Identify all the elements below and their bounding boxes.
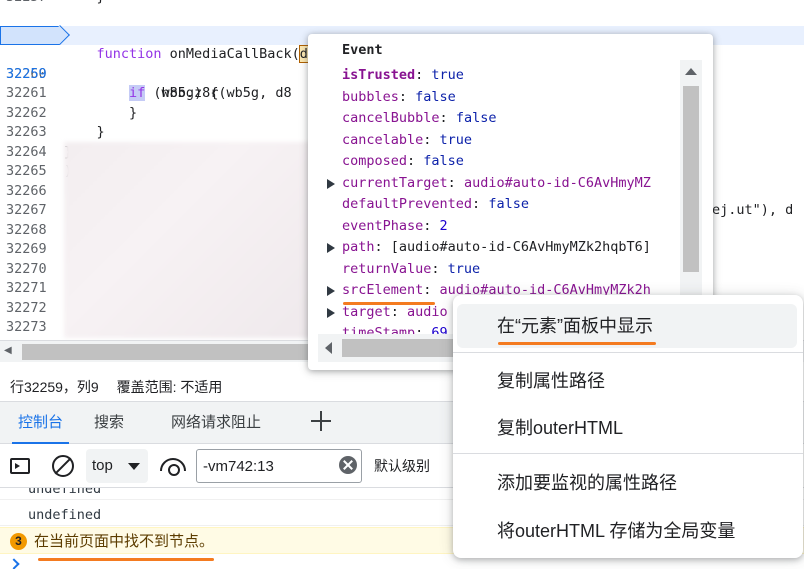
menu-item-add-watch-path[interactable]: 添加要监视的属性路径 (453, 461, 803, 505)
property-value: true (431, 67, 464, 83)
property-value: audio#auto-id-C6AvHmyMZ (463, 174, 651, 191)
scroll-left-icon[interactable] (325, 342, 332, 354)
property-row-istrusted[interactable]: isTrusted: true (342, 65, 464, 87)
property-separator: : (390, 303, 408, 320)
scroll-up-icon[interactable] (685, 68, 697, 75)
expand-triangle-icon[interactable] (327, 307, 335, 318)
menu-separator (453, 352, 803, 353)
scrollbar-thumb[interactable] (683, 86, 699, 272)
property-separator: : (472, 196, 489, 212)
annotation-underline-menu-item (498, 342, 656, 345)
chevron-down-icon (128, 463, 140, 470)
property-separator: : (431, 260, 448, 277)
property-separator: : (423, 217, 440, 234)
expand-triangle-icon[interactable] (327, 178, 335, 189)
clear-filter-icon[interactable] (339, 456, 357, 474)
live-expression-eye-icon[interactable] (160, 458, 184, 476)
log-levels-dropdown[interactable]: 默认级别 (374, 444, 430, 488)
repeat-count-badge: 3 (10, 533, 27, 550)
context-label: top (92, 457, 113, 474)
expand-triangle-icon[interactable] (327, 243, 335, 253)
property-value: 2 (439, 217, 448, 234)
property-separator: : (398, 88, 416, 105)
property-key: cancelable (342, 131, 424, 148)
blurred-code-region (64, 142, 314, 338)
tab-network-request-blocking[interactable]: 网络请求阻止 (171, 402, 261, 444)
expand-triangle-icon[interactable] (327, 286, 335, 296)
property-separator: : (447, 174, 464, 191)
property-value: false (455, 110, 497, 126)
menu-separator (453, 453, 803, 454)
property-key: isTrusted (342, 67, 416, 83)
add-tab-icon[interactable] (308, 408, 334, 434)
property-key: currentTarget (342, 174, 448, 191)
property-key: defaultPrevented (342, 196, 473, 212)
property-separator: : (374, 239, 391, 255)
menu-item-store-as-global[interactable]: 将outerHTML 存储为全局变量 (453, 509, 803, 553)
menu-item-copy-property-path[interactable]: 复制属性路径 (453, 359, 803, 403)
property-row-path[interactable]: path: [audio#auto-id-C6AvHmyMZk2hqbT6] (327, 237, 651, 259)
property-value: true (447, 260, 481, 277)
property-separator: : (423, 131, 440, 148)
popover-title: Event (342, 42, 383, 58)
property-row-bubbles[interactable]: bubbles: false (342, 87, 456, 109)
tab-search[interactable]: 搜索 (94, 402, 124, 444)
property-key: composed (342, 153, 408, 169)
tab-console[interactable]: 控制台 (11, 402, 70, 444)
property-key: target (342, 303, 391, 320)
execution-line-marker[interactable] (0, 25, 60, 45)
property-key: cancelBubble (342, 110, 440, 126)
scrollbar-thumb[interactable] (22, 344, 312, 360)
console-filter-input[interactable] (196, 449, 362, 483)
property-separator: : (439, 110, 456, 126)
property-row-currenttarget[interactable]: currentTarget: audio#auto-id-C6AvHmyMZ (327, 173, 651, 195)
property-separator: : (415, 67, 432, 83)
property-separator: : (423, 282, 440, 298)
property-key: srcElement (342, 282, 424, 298)
property-row-eventphase[interactable]: eventPhase: 2 (342, 216, 448, 238)
context-menu: 在“元素”面板中显示 复制属性路径 复制outerHTML 添加要监视的属性路径… (453, 295, 803, 558)
property-key: returnValue (342, 260, 432, 277)
clear-console-icon[interactable] (52, 455, 74, 477)
property-value: [audio#auto-id-C6AvHmyMZk2hqbT6] (390, 239, 651, 255)
property-value: false (415, 88, 456, 105)
property-row-cancelbubble[interactable]: cancelBubble: false (342, 108, 496, 130)
coverage-status[interactable]: 覆盖范围: 不适用 (117, 379, 223, 395)
line-number[interactable]: 32259 (6, 65, 58, 85)
property-value: true (439, 131, 473, 148)
show-sidebar-icon[interactable] (10, 458, 30, 474)
property-value: false (423, 153, 464, 169)
property-key: bubbles (342, 88, 399, 105)
property-key: path (342, 239, 375, 255)
property-separator: : (407, 153, 424, 169)
annotation-underline-srcelement (343, 302, 435, 305)
property-row-cancelable[interactable]: cancelable: true (342, 130, 472, 152)
menu-item-copy-outerhtml[interactable]: 复制outerHTML (453, 406, 803, 450)
property-value: audio (407, 303, 448, 320)
warning-text: 在当前页面中找不到节点。 (34, 533, 215, 550)
cursor-position: 行32259，列9 (10, 379, 99, 395)
property-value: false (488, 196, 529, 212)
property-key: eventPhase (342, 217, 424, 234)
annotation-underline-warning (38, 558, 214, 561)
context-selector[interactable]: top (86, 449, 148, 483)
property-row-defaultprevented[interactable]: defaultPrevented: false (342, 194, 529, 216)
property-row-composed[interactable]: composed: false (342, 151, 464, 173)
property-row-returnvalue[interactable]: returnValue: true (342, 259, 480, 281)
code-line[interactable]: 32258 function onMediaCallBack(d8f) { (0, 6, 804, 63)
scroll-left-icon[interactable]: ◀ (4, 345, 12, 356)
